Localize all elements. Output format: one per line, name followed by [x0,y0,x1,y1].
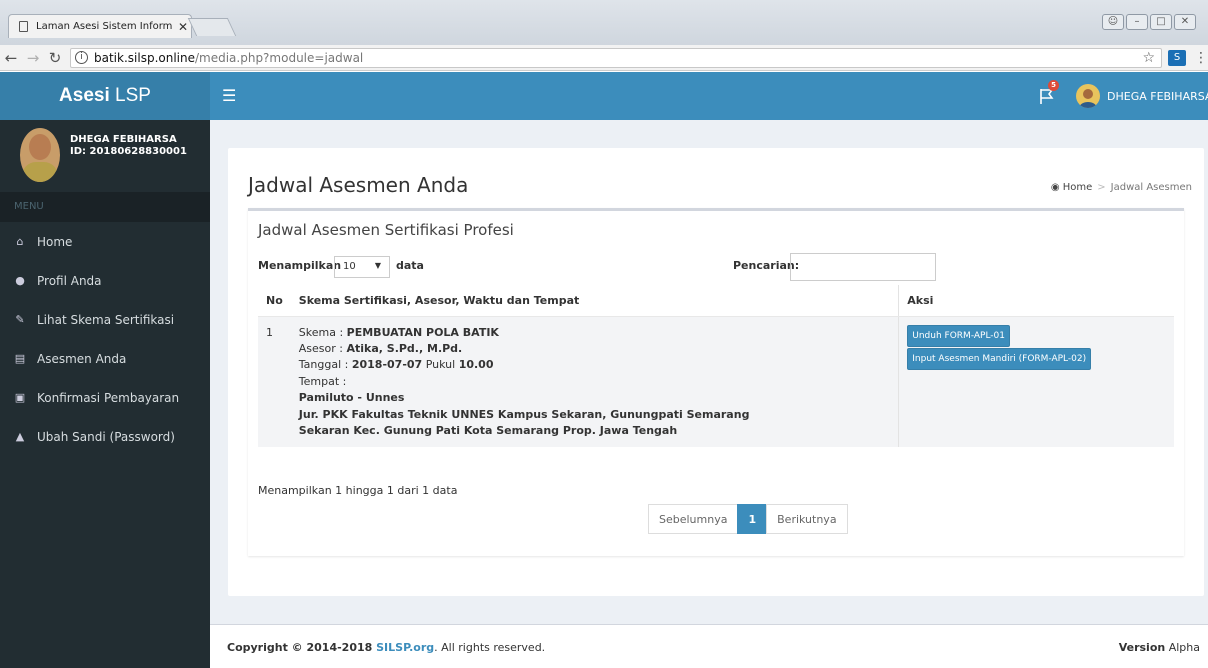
next-page-button[interactable]: Berikutnya [766,504,848,534]
page-icon [19,21,28,32]
extension-icon[interactable]: S [1168,49,1186,66]
main-panel: Jadwal Asesmen Anda ◉ Home > Jadwal Asesme… [228,148,1204,596]
asesor-value: Atika, S.Pd., M.Pd. [346,341,463,355]
col-no[interactable]: No [258,285,291,317]
sidebar-toggle-icon[interactable]: ☰ [222,86,236,105]
sidebar-item-home[interactable]: ⌂ Home [0,222,210,261]
unduh-form-apl01-button[interactable]: Unduh FORM-APL-01 [907,324,1011,347]
tanggal-value: 2018-07-07 [351,358,423,372]
url-host: batik.silsp.online [94,50,195,65]
app-logo[interactable]: Asesi LSP [0,72,210,120]
reload-icon[interactable]: ↻ [44,49,66,67]
copyright: Copyright © 2014-2018 SILSP.org. All rig… [227,641,546,654]
length-label: Menampilkan [258,259,342,272]
footer: Copyright © 2014-2018 SILSP.org. All rig… [210,624,1208,668]
breadcrumb-home[interactable]: Home [1063,182,1093,193]
lock-icon: ▲ [15,430,25,443]
chevron-down-icon: ▼ [374,261,381,270]
tempat-line1: Pamiluto - Unnes [298,391,405,405]
version-info: Version Alpha [1118,641,1200,654]
notification-badge: 5 [1048,80,1059,91]
table-row: 1 Skema : PEMBUATAN POLA BATIK Asesor : … [258,316,1174,448]
browser-tab[interactable]: Laman Asesi Sistem Inform ✕ [8,14,192,38]
close-window-icon[interactable]: ✕ [1174,14,1196,30]
cell-no: 1 [258,316,291,448]
schedule-box: Jadwal Asesmen Sertifikasi Profesi Menam… [248,208,1184,556]
schedule-table: No Skema Sertifikasi, Asesor, Waktu dan … [258,285,1174,448]
input-asesmen-mandiri-button[interactable]: Input Asesmen Mandiri (FORM-APL-02) [907,347,1092,371]
browser-menu-icon[interactable]: ⋮ [1194,50,1208,66]
page-1-button[interactable]: 1 [737,504,768,534]
tempat-line2: Jur. PKK Fakultas Teknik UNNES Kampus Se… [298,407,750,421]
edit-icon: ✎ [15,313,25,326]
table-header-row: No Skema Sertifikasi, Asesor, Waktu dan … [258,285,1174,317]
forward-icon[interactable]: → [22,49,44,67]
dashboard-icon: ◉ [1050,182,1060,193]
pagination: Sebelumnya 1 Berikutnya [648,504,848,534]
sidebar-item-profil[interactable]: ● Profil Anda [0,261,210,300]
breadcrumb: ◉ Home > Jadwal Asesmen [1050,182,1192,193]
col-aksi[interactable]: Aksi [898,285,1174,317]
breadcrumb-current: Jadwal Asesmen [1110,182,1192,193]
document-icon: ▤ [14,352,26,365]
minimize-icon[interactable]: – [1126,14,1148,30]
sidebar-item-asesmen[interactable]: ▤ Asesmen Anda [0,339,210,378]
money-icon: ▣ [14,391,26,404]
user-panel: DHEGA FEBIHARSA ID: 20180628830001 [0,120,210,190]
url-field[interactable]: i batik.silsp.online /media.php?module=j… [70,47,1162,68]
bookmark-star-icon[interactable]: ☆ [1142,50,1155,66]
page-length-select[interactable]: 10 ▼ [334,256,390,278]
col-skema[interactable]: Skema Sertifikasi, Asesor, Waktu dan Tem… [290,285,900,317]
cell-details: Skema : PEMBUATAN POLA BATIK Asesor : At… [290,316,900,448]
length-suffix: data [396,259,424,272]
user-menu[interactable]: DHEGA FEBIHARSA [1107,90,1208,103]
sidebar-user-id: ID: 20180628830001 [70,146,187,157]
back-icon[interactable]: ← [0,49,22,67]
window-controls: ☺ – □ ✕ [1102,14,1196,30]
table-info: Menampilkan 1 hingga 1 dari 1 data [258,484,458,497]
page-title: Jadwal Asesmen Anda [248,173,469,197]
sidebar: DHEGA FEBIHARSA ID: 20180628830001 MENU … [0,120,210,668]
content-wrapper: Jadwal Asesmen Anda ◉ Home > Jadwal Asesme… [210,120,1208,624]
sidebar-avatar [20,128,60,182]
sidebar-user-info: DHEGA FEBIHARSA ID: 20180628830001 [70,134,187,158]
address-bar: ← → ↻ i batik.silsp.online /media.php?mo… [0,45,1208,71]
tempat-line3: Sekaran Kec. Gunung Pati Kota Semarang P… [298,423,678,437]
user-avatar[interactable] [1076,84,1100,108]
skema-value: PEMBUATAN POLA BATIK [346,325,499,339]
box-title: Jadwal Asesmen Sertifikasi Profesi [258,221,514,239]
sidebar-user-name: DHEGA FEBIHARSA [70,134,177,145]
home-icon: ⌂ [16,235,24,248]
profile-icon[interactable]: ☺ [1102,14,1124,30]
maximize-icon[interactable]: □ [1150,14,1172,30]
tab-title: Laman Asesi Sistem Inform [36,21,173,32]
sidebar-item-password[interactable]: ▲ Ubah Sandi (Password) [0,417,210,456]
sidebar-item-skema[interactable]: ✎ Lihat Skema Sertifikasi [0,300,210,339]
new-tab-button[interactable] [187,18,237,36]
info-icon[interactable]: i [75,51,88,64]
cell-actions: Unduh FORM-APL-01 Input Asesmen Mandiri … [898,316,1174,448]
menu-header: MENU [0,192,210,222]
url-path: /media.php?module=jadwal [194,50,364,65]
sidebar-item-pembayaran[interactable]: ▣ Konfirmasi Pembayaran [0,378,210,417]
pukul-value: 10.00 [458,358,494,372]
user-icon: ● [15,274,25,287]
browser-tabstrip: Laman Asesi Sistem Inform ✕ ☺ – □ ✕ [0,0,1208,45]
search-input[interactable] [790,253,936,281]
brand-link[interactable]: SILSP.org [376,641,434,654]
top-navbar: Asesi LSP ☰ 5 DHEGA FEBIHARSA [0,72,1208,120]
prev-page-button[interactable]: Sebelumnya [648,504,739,534]
